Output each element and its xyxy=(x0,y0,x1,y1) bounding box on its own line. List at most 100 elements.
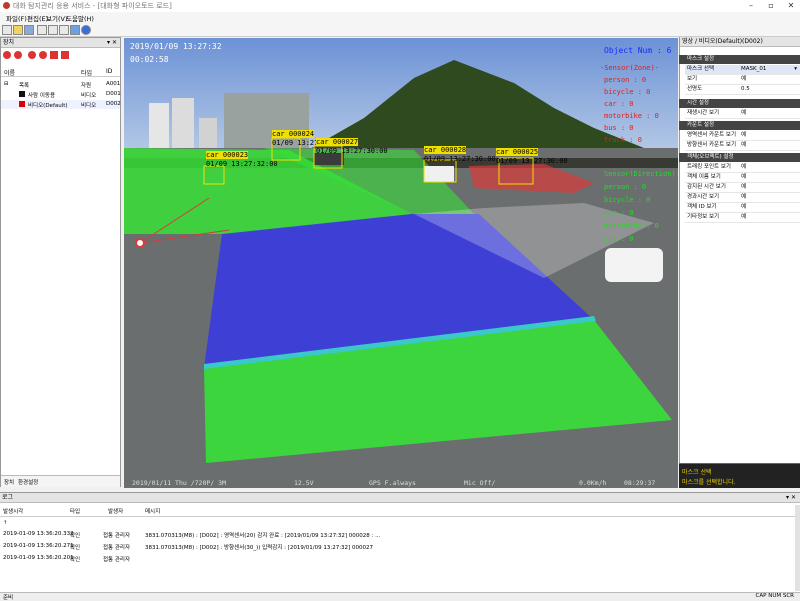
prop-direction-count[interactable]: 방향센서 카운트 보기 예 xyxy=(685,141,800,151)
sensor-zone-item: bicycle : 0 xyxy=(604,88,651,96)
prop-elapsed-time[interactable]: 경과시간 보기 예 xyxy=(685,193,800,203)
save-icon[interactable] xyxy=(24,25,34,35)
log-time: 2019-01-09 13:36:20.332 xyxy=(3,531,74,537)
chevron-down-icon[interactable]: ▾ xyxy=(794,65,797,74)
prop-key: 재생시간 보기 xyxy=(687,110,720,116)
prop-object-id[interactable]: 객체 ID 보기 예 xyxy=(685,203,800,213)
prop-mask-view[interactable]: 보기 예 xyxy=(685,75,800,85)
new-icon[interactable] xyxy=(2,25,12,35)
section-time[interactable]: 시간 설정 xyxy=(679,99,800,108)
prop-other-info[interactable]: 기타정보 보기 예 xyxy=(685,213,800,223)
copy-icon[interactable] xyxy=(48,25,58,35)
prop-key: 경과시간 보기 xyxy=(687,194,720,200)
tab-devices[interactable]: 장치 xyxy=(4,478,14,486)
car-label: car 000025 xyxy=(496,148,539,156)
video-device-icon xyxy=(19,91,25,97)
maximize-button[interactable]: ▫ xyxy=(762,0,780,11)
prop-key: 감지된 시간 보기 xyxy=(687,184,726,190)
col-source[interactable]: 발생자 xyxy=(108,507,123,515)
prop-detect-time[interactable]: 감지된 시간 보기 예 xyxy=(685,183,800,193)
prop-value[interactable]: 예 xyxy=(741,193,746,202)
prop-value[interactable]: 예 xyxy=(741,163,746,172)
prop-value[interactable]: 예 xyxy=(741,203,746,212)
video-frame xyxy=(124,38,678,488)
video-elapsed: 00:02:58 xyxy=(130,55,169,64)
log-scrollbar[interactable] xyxy=(795,505,800,591)
open-folder-icon[interactable] xyxy=(13,25,23,35)
menu-view[interactable]: 보기(V) xyxy=(46,13,67,23)
col-id[interactable]: ID xyxy=(106,68,112,75)
table-row[interactable]: 사람 이동용 비디오 D001 xyxy=(1,90,121,99)
col-time[interactable]: 발생시각 xyxy=(3,507,23,515)
car xyxy=(424,166,454,182)
cut-icon[interactable] xyxy=(37,25,47,35)
camera-icon[interactable] xyxy=(28,51,36,59)
section-title: 객체(오브젝트) 설정 xyxy=(687,154,734,160)
about-icon[interactable] xyxy=(81,25,91,35)
prop-value[interactable]: 예 xyxy=(741,131,746,140)
prop-key: 트래킹 포인트 보기 xyxy=(687,164,731,170)
menu-help[interactable]: 도움말(H) xyxy=(66,13,94,23)
pin-icon[interactable]: ▾ ✕ xyxy=(107,38,117,47)
osd-gps: GPS F.always xyxy=(369,479,416,487)
col-type[interactable]: 타입 xyxy=(70,507,80,515)
table-row[interactable]: 비디오(Default) 비디오 D002 xyxy=(1,100,121,109)
prop-key: 객체 ID 보기 xyxy=(687,204,717,210)
prop-mask-select[interactable]: 마스크 선택 MASK_01 ▾ xyxy=(685,65,800,75)
osd-voltage: 12.5V xyxy=(294,479,314,487)
prop-value[interactable]: 예 xyxy=(741,141,746,150)
prop-value[interactable]: 예 xyxy=(741,183,746,192)
prop-value[interactable]: 예 xyxy=(741,173,746,182)
car-label: car 000023 xyxy=(206,151,249,159)
prop-value[interactable]: 예 xyxy=(741,213,746,222)
expand-icon[interactable]: ⊟ xyxy=(4,81,9,87)
device-name: 목록 xyxy=(19,83,30,89)
device-id: A001 xyxy=(106,81,121,87)
menu-file[interactable]: 파일(F) xyxy=(6,13,27,23)
record-icon[interactable] xyxy=(3,51,11,59)
tab-settings[interactable]: 환경설정 xyxy=(18,478,38,486)
close-button[interactable]: ✕ xyxy=(782,0,800,11)
prop-value[interactable]: 예 xyxy=(741,75,746,84)
section-object[interactable]: 객체(오브젝트) 설정 xyxy=(679,153,800,162)
sensor-direction-item: bus : 0 xyxy=(604,235,634,243)
paste-icon[interactable] xyxy=(59,25,69,35)
prop-tracking-point[interactable]: 트래킹 포인트 보기 예 xyxy=(685,163,800,173)
section-count[interactable]: 카운트 설정 xyxy=(679,121,800,130)
col-message[interactable]: 메시지 xyxy=(145,507,160,515)
panel-tabs: 장치 환경설정 xyxy=(1,475,120,487)
video-viewer[interactable]: 2019/01/09 13:27:32 00:02:58 Object Num … xyxy=(124,38,678,488)
log-type: 확인 xyxy=(70,533,81,539)
prop-object-name[interactable]: 객체 이름 보기 예 xyxy=(685,173,800,183)
pin-icon[interactable]: ▾ ✕ xyxy=(786,493,796,502)
direction-sensor-point[interactable] xyxy=(135,238,145,248)
table-row[interactable]: 2019-01-09 13:36:20.271 확인 접통 관리자 3831.0… xyxy=(0,542,795,552)
menu-edit[interactable]: 편집(E) xyxy=(27,13,48,23)
stop-icon[interactable] xyxy=(14,51,22,59)
section-title: 시간 설정 xyxy=(687,100,709,106)
log-source: 접통 관리자 xyxy=(103,545,131,551)
prop-key: 방향센서 카운트 보기 xyxy=(687,142,737,148)
table-row[interactable]: 2019-01-09 13:36:20.332 확인 접통 관리자 3831.0… xyxy=(0,530,795,540)
minimize-button[interactable]: – xyxy=(742,0,760,11)
print-icon[interactable] xyxy=(70,25,80,35)
prop-mask-opacity[interactable]: 선명도 0.5 xyxy=(685,85,800,95)
col-type[interactable]: 타입 xyxy=(81,68,92,77)
log-panel: 로그 ▾ ✕ 발생시각 타입 발생자 메시지 ↑ 2019-01-09 13:3… xyxy=(0,492,800,593)
video-delete-icon[interactable] xyxy=(61,51,69,59)
section-mask[interactable]: 마스크 설정 xyxy=(679,55,800,64)
table-row[interactable]: 2019-01-09 13:36:20.201 확인 접통 관리자 xyxy=(0,554,795,564)
prop-playtime-view[interactable]: 재생시간 보기 예 xyxy=(685,109,800,119)
col-name[interactable]: 이름 xyxy=(4,68,15,77)
prop-value[interactable]: 0.5 xyxy=(741,85,750,94)
table-row[interactable]: ⊟ 목록 자원 A001 xyxy=(1,80,120,89)
prop-zone-count[interactable]: 영역센서 카운트 보기 예 xyxy=(685,131,800,141)
sensor-direction-item: person : 0 xyxy=(604,183,647,191)
sensor-zone-item: bus : 0 xyxy=(604,124,634,132)
video-icon[interactable] xyxy=(50,51,58,59)
prop-value[interactable]: MASK_01 xyxy=(741,65,766,74)
log-source: 접통 관리자 xyxy=(103,557,131,563)
camera-add-icon[interactable] xyxy=(39,51,47,59)
prop-value[interactable]: 예 xyxy=(741,109,746,118)
help-title: 마스크 선택 xyxy=(682,469,712,476)
